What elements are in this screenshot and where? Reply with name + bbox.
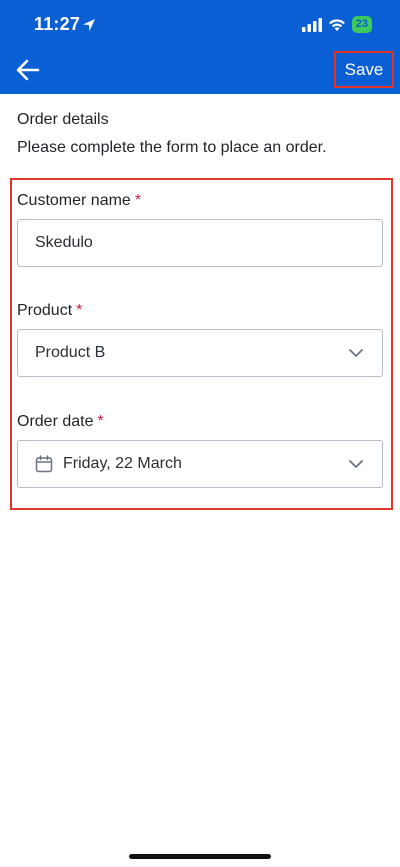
home-indicator[interactable]: [129, 854, 271, 859]
battery-icon: 23: [351, 16, 372, 33]
section-title: Order details: [17, 111, 109, 128]
arrow-left-icon: [16, 59, 40, 81]
screen: 11:27 23 Save Order details Please compl…: [0, 0, 400, 867]
order-date-label: Order date *: [17, 412, 104, 432]
customer-name-label: Customer name *: [17, 191, 141, 211]
customer-name-label-text: Customer name: [17, 192, 131, 209]
status-icons: 23: [301, 16, 372, 33]
section-description: Please complete the form to place an ord…: [17, 139, 327, 156]
product-label-text: Product: [17, 302, 73, 319]
product-select[interactable]: Product B: [17, 329, 383, 377]
wifi-icon: [328, 18, 345, 31]
header-bar: 11:27 23 Save: [0, 0, 400, 94]
signal-icon: [301, 17, 322, 32]
save-button[interactable]: Save: [334, 51, 394, 88]
chevron-down-icon: [349, 349, 363, 357]
back-button[interactable]: [14, 56, 42, 84]
calendar-icon: [35, 455, 53, 473]
product-value: Product B: [35, 344, 106, 361]
intro-section: Order details Please complete the form t…: [17, 110, 383, 158]
required-mark: *: [97, 413, 104, 430]
chevron-down-icon: [349, 460, 363, 468]
required-mark: *: [134, 192, 142, 209]
location-arrow-icon: [83, 19, 95, 31]
product-label: Product *: [17, 301, 82, 321]
customer-name-value: Skedulo: [35, 234, 93, 251]
customer-name-input[interactable]: Skedulo: [17, 219, 383, 267]
status-time: 11:27: [34, 14, 81, 34]
order-date-value: Friday, 22 March: [63, 455, 182, 472]
required-mark: *: [76, 302, 83, 319]
order-date-picker[interactable]: Friday, 22 March: [17, 440, 383, 488]
order-date-label-text: Order date: [17, 413, 94, 430]
